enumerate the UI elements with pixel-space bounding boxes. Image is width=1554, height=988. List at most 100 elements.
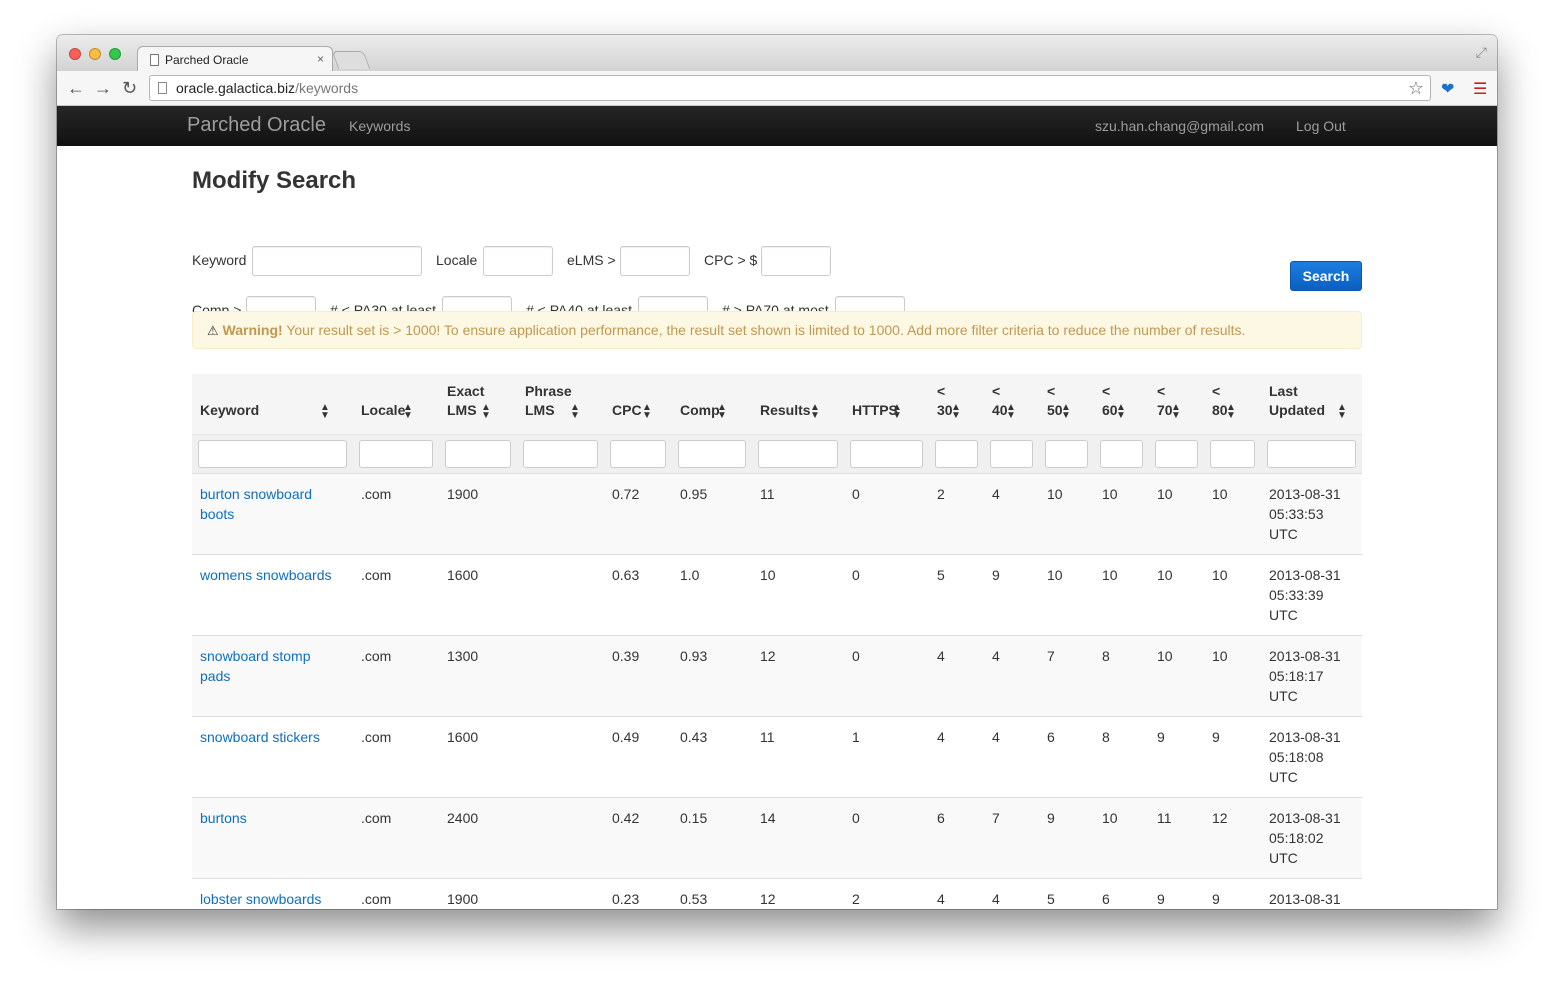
- column-header[interactable]: Last Updated ▲ ▼: [1261, 374, 1362, 434]
- column-header[interactable]: <60 ▲ ▼: [1094, 374, 1149, 434]
- new-tab-button[interactable]: [331, 51, 371, 69]
- keyword-link[interactable]: womens snowboards: [200, 567, 332, 583]
- cell-updated: 2013-08-3105:17:47: [1261, 877, 1362, 909]
- cell-updated: 2013-08-31 05:33:53 UTC: [1261, 472, 1362, 554]
- fullscreen-icon[interactable]: ⤢: [1476, 44, 1487, 61]
- sort-icon[interactable]: ▲ ▼: [403, 402, 413, 420]
- sort-icon[interactable]: ▲ ▼: [1171, 402, 1181, 420]
- filter-cell: [984, 433, 1039, 473]
- sort-icon[interactable]: ▲ ▼: [481, 402, 491, 420]
- cpc-value: 0.63: [612, 566, 640, 583]
- p40-value: 4: [992, 728, 1000, 745]
- column-filter-input[interactable]: [198, 439, 347, 468]
- address-bar[interactable]: oracle.galactica.biz/keywords ☆: [149, 75, 1431, 101]
- sort-icon[interactable]: ▲ ▼: [320, 402, 330, 420]
- results-value: 12: [760, 647, 776, 664]
- column-header[interactable]: <50 ▲ ▼: [1039, 374, 1094, 434]
- p30-value: 4: [937, 647, 945, 664]
- extension-icon[interactable]: ❤: [1441, 79, 1454, 99]
- cell-p40: 4: [984, 472, 1039, 554]
- sort-icon[interactable]: ▲ ▼: [810, 402, 820, 420]
- sort-icon[interactable]: ▲ ▼: [717, 402, 727, 420]
- cell-p80: 10: [1204, 553, 1261, 635]
- column-header[interactable]: Exact LMS ▲ ▼: [439, 374, 517, 434]
- column-filter-input[interactable]: [1267, 439, 1356, 468]
- minimize-window-button[interactable]: [89, 48, 101, 60]
- sort-icon[interactable]: ▲ ▼: [570, 402, 580, 420]
- tab-close-icon[interactable]: ×: [317, 52, 324, 66]
- sort-icon[interactable]: ▲ ▼: [1337, 402, 1347, 420]
- keyword-link[interactable]: snowboard stomp pads: [200, 648, 311, 684]
- keyword-link[interactable]: burtons: [200, 810, 247, 826]
- column-filter-input[interactable]: [610, 439, 666, 468]
- column-filter-input[interactable]: [990, 439, 1033, 468]
- column-header[interactable]: Comp ▲ ▼: [672, 374, 752, 434]
- column-header[interactable]: HTTPS ▲ ▼: [844, 374, 929, 434]
- sort-icon[interactable]: ▲ ▼: [1061, 402, 1071, 420]
- reload-icon[interactable]: ↻: [122, 78, 137, 98]
- column-header[interactable]: <80 ▲ ▼: [1204, 374, 1261, 434]
- updated-text: 05:33:39: [1269, 586, 1324, 603]
- keyword-label: Keyword: [192, 252, 247, 268]
- column-header[interactable]: <40 ▲ ▼: [984, 374, 1039, 434]
- sort-icon[interactable]: ▲ ▼: [951, 402, 961, 420]
- column-filter-input[interactable]: [1100, 439, 1143, 468]
- column-header[interactable]: Locale ▲ ▼: [353, 374, 439, 434]
- filter-cell: [604, 433, 672, 473]
- column-filter-input[interactable]: [1210, 439, 1255, 468]
- cell-p70: 9: [1149, 877, 1204, 909]
- keywords-link[interactable]: Keywords: [349, 118, 410, 134]
- logout-link[interactable]: Log Out: [1296, 118, 1346, 134]
- cpc-input[interactable]: [761, 246, 831, 276]
- keyword-link[interactable]: burton snowboard boots: [200, 486, 312, 522]
- sort-icon[interactable]: ▲ ▼: [642, 402, 652, 420]
- https-value: 2: [852, 890, 860, 907]
- column-filter-input[interactable]: [445, 439, 511, 468]
- column-header[interactable]: Keyword ▲ ▼: [192, 374, 353, 434]
- forward-arrow-icon[interactable]: →: [94, 78, 112, 98]
- sort-icon[interactable]: ▲ ▼: [1226, 402, 1236, 420]
- back-arrow-icon[interactable]: ←: [67, 78, 85, 98]
- column-filter-input[interactable]: [850, 439, 923, 468]
- user-email-link[interactable]: szu.han.chang@gmail.com: [1095, 118, 1264, 134]
- column-filter-input[interactable]: [523, 439, 598, 468]
- menu-icon[interactable]: ☰: [1473, 79, 1487, 99]
- locale-input[interactable]: [483, 246, 553, 276]
- keyword-link[interactable]: snowboard stickers: [200, 729, 320, 745]
- column-header[interactable]: <70 ▲ ▼: [1149, 374, 1204, 434]
- sort-icon[interactable]: ▲ ▼: [1116, 402, 1126, 420]
- brand-link[interactable]: Parched Oracle: [187, 114, 326, 137]
- bookmark-star-icon[interactable]: ☆: [1408, 76, 1424, 100]
- column-filter-input[interactable]: [1155, 439, 1198, 468]
- cell-comp: 0.95: [672, 472, 752, 554]
- column-header-label: Phrase: [525, 382, 572, 399]
- column-filter-input[interactable]: [359, 439, 433, 468]
- zoom-window-button[interactable]: [109, 48, 121, 60]
- filter-cell: [844, 433, 929, 473]
- column-header[interactable]: CPC ▲ ▼: [604, 374, 672, 434]
- browser-tab[interactable]: Parched Oracle ×: [137, 46, 333, 72]
- sort-icon[interactable]: ▲ ▼: [892, 402, 902, 420]
- cpc-value: 0.72: [612, 485, 640, 502]
- column-filter-input[interactable]: [935, 439, 978, 468]
- filter-cell: [1039, 433, 1094, 473]
- column-header[interactable]: Phrase LMS ▲ ▼: [517, 374, 604, 434]
- search-button[interactable]: Search: [1290, 261, 1362, 291]
- column-header[interactable]: Results ▲ ▼: [752, 374, 844, 434]
- column-header[interactable]: <30 ▲ ▼: [929, 374, 984, 434]
- tab-title: Parched Oracle: [165, 53, 249, 67]
- keyword-input[interactable]: [252, 246, 422, 276]
- column-filter-input[interactable]: [678, 439, 746, 468]
- cell-https: 2: [844, 877, 929, 909]
- close-window-button[interactable]: [69, 48, 81, 60]
- p60-value: 8: [1102, 647, 1110, 664]
- keyword-link[interactable]: lobster snowboards: [200, 891, 321, 907]
- column-filter-input[interactable]: [1045, 439, 1088, 468]
- cell-exact: 1900: [439, 472, 517, 554]
- elms-input[interactable]: [620, 246, 690, 276]
- column-header-label: <: [1157, 382, 1166, 399]
- sort-icon[interactable]: ▲ ▼: [1006, 402, 1016, 420]
- keyword-text: lobster snowboards: [200, 890, 322, 907]
- p70-value: 10: [1157, 485, 1173, 502]
- column-filter-input[interactable]: [758, 439, 838, 468]
